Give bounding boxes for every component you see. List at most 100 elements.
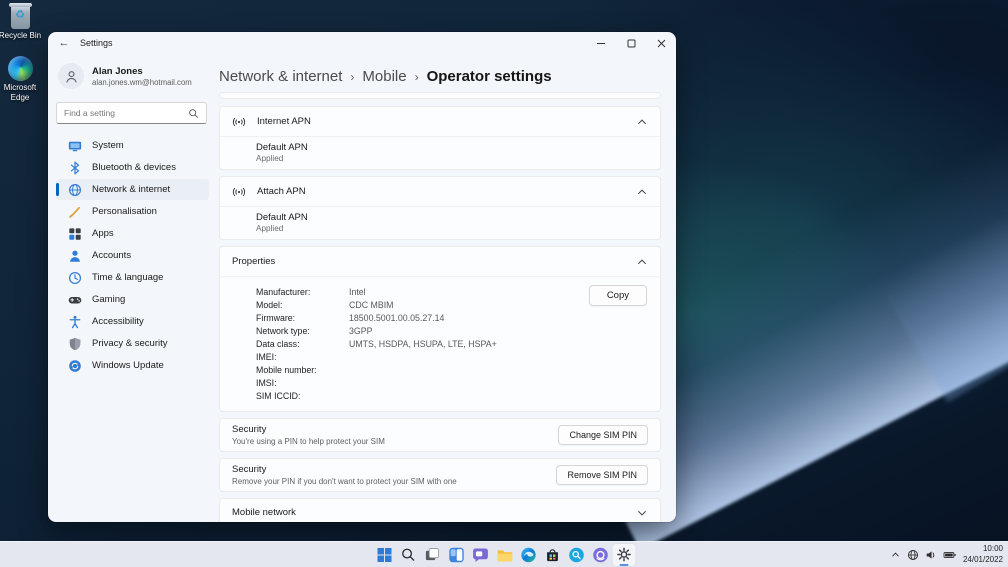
sidebar-item-label: Bluetooth & devices — [92, 162, 176, 173]
search-app-icon — [568, 547, 584, 563]
apn-name: Default APN — [256, 212, 648, 223]
attach-apn-default-row[interactable]: Default APN Applied — [220, 206, 660, 239]
settings-taskbar-button[interactable] — [613, 544, 636, 566]
maximize-button[interactable] — [616, 32, 646, 54]
sidebar-item-accessibility[interactable]: Accessibility — [56, 311, 209, 332]
internet-apn-default-row[interactable]: Default APN Applied — [220, 136, 660, 169]
minimize-button[interactable] — [586, 32, 616, 54]
edge-icon — [8, 56, 33, 81]
windows-update-icon — [68, 359, 82, 373]
privacy-icon — [68, 337, 82, 351]
remove-sim-pin-button[interactable]: Remove SIM PIN — [556, 465, 648, 485]
cortana-taskbar-button[interactable] — [589, 544, 612, 566]
gaming-icon — [68, 293, 82, 307]
file-explorer-taskbar-button[interactable] — [493, 544, 516, 566]
mobile-network-title: Mobile network — [232, 507, 296, 518]
properties-header[interactable]: Properties — [220, 247, 660, 276]
tray-battery-icon[interactable] — [943, 549, 957, 561]
breadcrumb-separator: › — [350, 69, 354, 84]
partial-card-top — [219, 92, 661, 99]
sidebar-item-windows-update[interactable]: Windows Update — [56, 355, 209, 376]
tray-chevron-up-icon[interactable] — [890, 549, 901, 560]
internet-apn-header[interactable]: Internet APN — [220, 107, 660, 136]
sidebar-item-time-and-language[interactable]: Time & language — [56, 267, 209, 288]
person-icon — [64, 69, 79, 84]
search-app-taskbar-button[interactable] — [565, 544, 588, 566]
taskbar-clock[interactable]: 10:00 24/01/2022 — [963, 544, 1003, 565]
apn-signal-icon — [232, 115, 246, 129]
security-remove-pin-card: Security Remove your PIN if you don't wa… — [219, 458, 661, 492]
sidebar-item-label: Accounts — [92, 250, 131, 261]
property-label: IMEI: — [256, 352, 349, 362]
sidebar-item-personalisation[interactable]: Personalisation — [56, 201, 209, 222]
desktop-icon-label: Microsoft Edge — [0, 83, 42, 102]
sidebar-item-apps[interactable]: Apps — [56, 223, 209, 244]
sidebar-item-accounts[interactable]: Accounts — [56, 245, 209, 266]
chevron-up-icon[interactable] — [636, 116, 648, 128]
chat-icon — [472, 547, 488, 563]
change-sim-pin-button[interactable]: Change SIM PIN — [558, 425, 648, 445]
back-arrow-icon: ← — [59, 37, 70, 49]
breadcrumb-mobile[interactable]: Mobile — [362, 68, 406, 85]
attach-apn-header[interactable]: Attach APN — [220, 177, 660, 206]
sidebar-item-label: Gaming — [92, 294, 125, 305]
accessibility-icon — [68, 315, 82, 329]
avatar — [58, 63, 84, 89]
clock-date: 24/01/2022 — [963, 555, 1003, 565]
chevron-up-icon[interactable] — [636, 256, 648, 268]
copy-button[interactable]: Copy — [589, 285, 647, 306]
recycle-bin-icon: ♻ — [11, 6, 30, 29]
tray-volume-icon[interactable] — [925, 549, 937, 561]
security-description: Remove your PIN if you don't want to pro… — [232, 477, 457, 486]
user-email: alan.jones.wm@hotmail.com — [92, 78, 192, 87]
property-value: 18500.5001.00.05.27.14 — [349, 313, 444, 323]
chat-taskbar-button[interactable] — [469, 544, 492, 566]
store-taskbar-button[interactable] — [541, 544, 564, 566]
desktop-icon-microsoft-edge[interactable]: Microsoft Edge — [0, 56, 42, 102]
mobile-network-card[interactable]: Mobile network — [219, 498, 661, 522]
property-row-imei: IMEI: — [256, 350, 648, 363]
sidebar-nav: System Bluetooth & devices Network & inter… — [56, 135, 209, 376]
system-icon — [68, 139, 82, 153]
taskbar: 10:00 24/01/2022 — [0, 541, 1008, 567]
bluetooth-icon — [68, 161, 82, 175]
close-button[interactable] — [646, 32, 676, 54]
breadcrumb-network-internet[interactable]: Network & internet — [219, 68, 342, 85]
sidebar-item-bluetooth-and-devices[interactable]: Bluetooth & devices — [56, 157, 209, 178]
attach-apn-card: Attach APN Default APN Applied — [219, 176, 661, 240]
search-taskbar-button[interactable] — [397, 544, 420, 566]
widgets-taskbar-button[interactable] — [445, 544, 468, 566]
security-description: You're using a PIN to help protect your … — [232, 437, 385, 446]
property-row-mobile-number: Mobile number: — [256, 363, 648, 376]
personalisation-icon — [68, 205, 82, 219]
tray-network-icon[interactable] — [907, 549, 919, 561]
edge-taskbar-button[interactable] — [517, 544, 540, 566]
attach-apn-title: Attach APN — [257, 186, 306, 197]
edge-icon — [520, 547, 536, 563]
task-view-taskbar-button[interactable] — [421, 544, 444, 566]
sidebar-item-gaming[interactable]: Gaming — [56, 289, 209, 310]
back-button[interactable]: ← — [48, 32, 80, 54]
desktop-icon-recycle-bin[interactable]: ♻ Recycle Bin — [0, 6, 42, 41]
sidebar-item-label: Accessibility — [92, 316, 144, 327]
accounts-icon — [68, 249, 82, 263]
main-content: Network & internet › Mobile › Operator s… — [213, 54, 676, 522]
properties-card: Properties Copy Manufacturer:IntelModel:… — [219, 246, 661, 412]
chevron-down-icon[interactable] — [636, 507, 648, 519]
security-change-pin-card: Security You're using a PIN to help prot… — [219, 418, 661, 452]
user-account[interactable]: Alan Jones alan.jones.wm@hotmail.com — [56, 58, 209, 93]
window-title: Settings — [80, 38, 113, 48]
property-row-imsi: IMSI: — [256, 376, 648, 389]
sidebar-item-label: Personalisation — [92, 206, 157, 217]
search-input[interactable] — [64, 108, 188, 118]
sidebar-item-label: System — [92, 140, 124, 151]
property-label: SIM ICCID: — [256, 391, 349, 401]
sidebar-item-network-and-internet[interactable]: Network & internet — [56, 179, 209, 200]
property-label: Manufacturer: — [256, 287, 349, 297]
internet-apn-card: Internet APN Default APN Applied — [219, 106, 661, 170]
sidebar-item-privacy-and-security[interactable]: Privacy & security — [56, 333, 209, 354]
chevron-up-icon[interactable] — [636, 186, 648, 198]
property-label: Data class: — [256, 339, 349, 349]
start-taskbar-button[interactable] — [373, 544, 396, 566]
sidebar-item-system[interactable]: System — [56, 135, 209, 156]
